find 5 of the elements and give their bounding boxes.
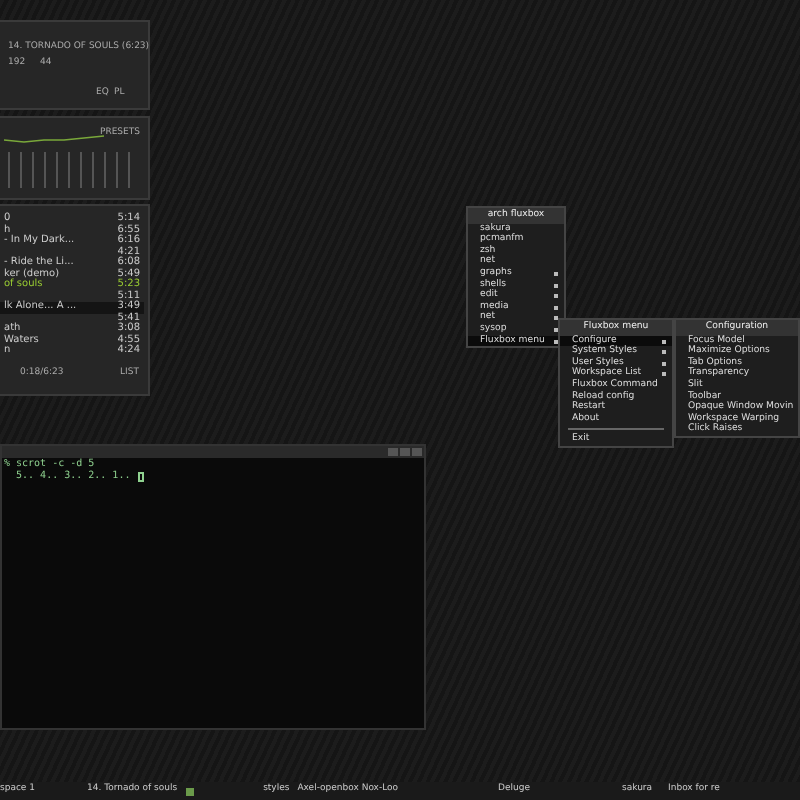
cursor-icon	[138, 471, 145, 481]
app-icon	[185, 787, 194, 795]
minimize-icon[interactable]	[388, 448, 398, 456]
maximize-icon[interactable]	[400, 448, 410, 456]
close-icon[interactable]	[412, 448, 422, 456]
